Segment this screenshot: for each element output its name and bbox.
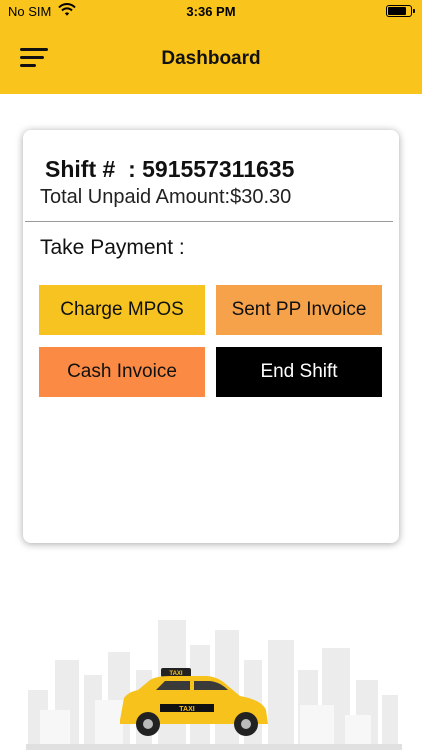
shift-separator: : <box>128 156 136 182</box>
battery-fill <box>388 7 406 15</box>
status-bar: No SIM 3:36 PM <box>0 0 422 24</box>
unpaid-label: Total Unpaid Amount: <box>40 186 231 208</box>
take-payment-label: Take Payment : <box>40 236 185 259</box>
shift-label: Shift # <box>45 156 116 182</box>
status-time: 3:36 PM <box>186 4 236 19</box>
city-taxi-illustration: TAXI TAXI <box>0 600 422 750</box>
page-title: Dashboard <box>161 48 261 69</box>
shift-number: 591557311635 <box>142 156 295 182</box>
divider <box>25 221 393 222</box>
end-shift-button[interactable]: End Shift <box>216 347 382 397</box>
cash-invoice-button[interactable]: Cash Invoice <box>39 347 205 397</box>
shift-card: Shift # : 591557311635 Total Unpaid Amou… <box>23 130 399 543</box>
sent-pp-invoice-button[interactable]: Sent PP Invoice <box>216 285 382 335</box>
battery-icon <box>386 5 415 17</box>
shift-info: Shift # : 591557311635 <box>45 156 294 183</box>
unpaid-amount: $30.30 <box>230 186 292 208</box>
app-header: No SIM 3:36 PM Dashboard <box>0 0 422 94</box>
taxi-door-label: TAXI <box>179 706 194 713</box>
total-unpaid: Total Unpaid Amount:$30.30 <box>40 186 291 209</box>
charge-mpos-button[interactable]: Charge MPOS <box>39 285 205 335</box>
